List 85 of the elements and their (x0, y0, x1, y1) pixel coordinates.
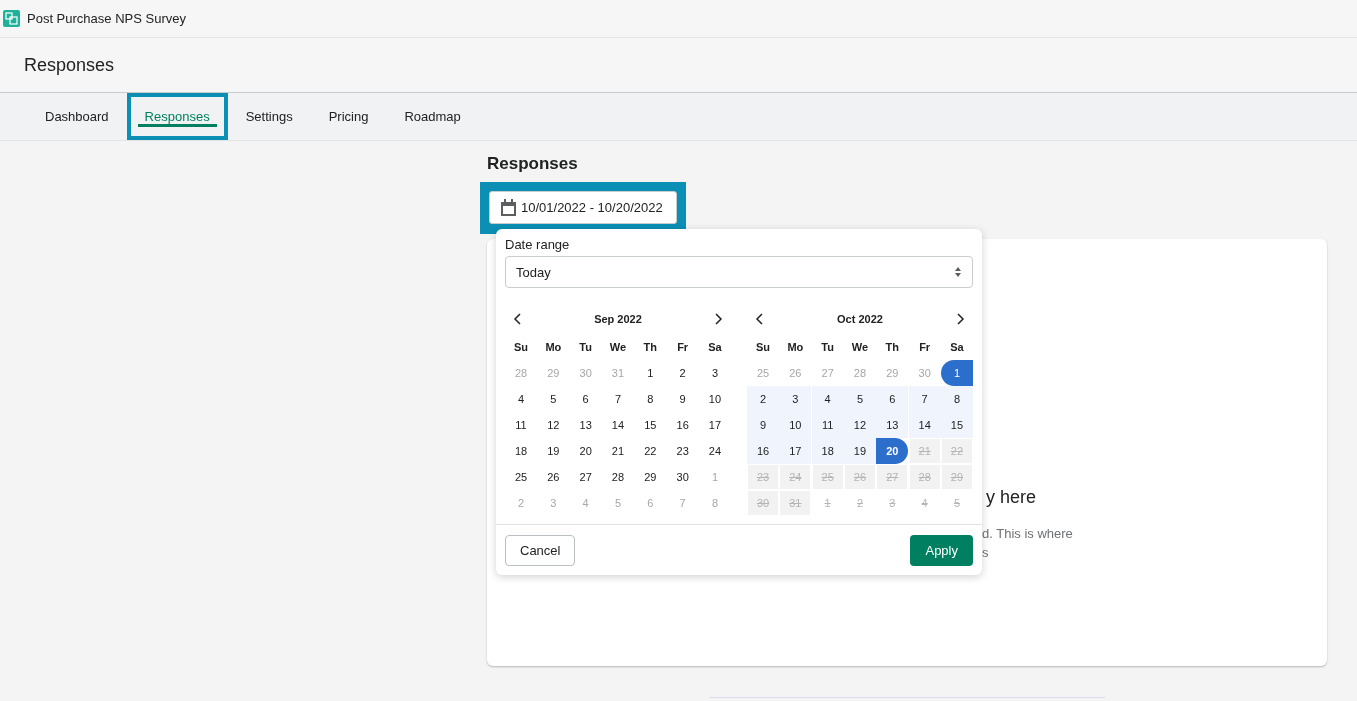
empty-state-text: d. This is where (982, 525, 1074, 543)
calendar-day[interactable]: 17 (779, 438, 812, 464)
calendar-day[interactable]: 7 (908, 386, 941, 412)
calendar-day[interactable]: 5 (537, 386, 570, 412)
page-title: Responses (24, 54, 115, 76)
weekday-label: Fr (676, 340, 690, 355)
calendar-day[interactable]: 1 (940, 360, 973, 386)
calendar-day[interactable]: 28 (602, 464, 634, 490)
weekday-label: Sa (707, 340, 723, 355)
calendar-day[interactable]: 16 (747, 438, 779, 464)
weekday-label: Mo (544, 340, 563, 355)
calendar-day[interactable]: 12 (537, 412, 570, 438)
calendar-day[interactable]: 30 (666, 464, 699, 490)
weekday-label: Th (642, 340, 659, 355)
month-title: Sep 2022 (594, 313, 642, 325)
nav-tab[interactable]: Responses (126, 93, 228, 140)
empty-state-text: s (982, 544, 990, 562)
calendar-day[interactable]: 6 (569, 386, 602, 412)
calendar-day[interactable]: 9 (666, 386, 699, 412)
calendar-day[interactable]: 18 (505, 438, 537, 464)
empty-state-heading: y here (986, 487, 1038, 508)
calendar-day[interactable]: 14 (908, 412, 941, 438)
app-logo-icon (3, 10, 20, 27)
calendar-day[interactable]: 10 (698, 386, 731, 412)
calendar-day[interactable]: 27 (569, 464, 602, 490)
calendar-day[interactable]: 16 (666, 412, 699, 438)
calendar-day[interactable]: 29 (634, 464, 667, 490)
calendar-day[interactable]: 13 (569, 412, 602, 438)
calendar-day[interactable]: 8 (940, 386, 973, 412)
calendar-day[interactable]: 3 (779, 386, 812, 412)
calendar-day[interactable]: 3 (698, 360, 731, 386)
section-title: Responses (487, 154, 579, 175)
calendar-day[interactable]: 4 (811, 386, 844, 412)
calendar-day[interactable]: 1 (634, 360, 667, 386)
nav-tab[interactable]: Pricing (310, 93, 387, 140)
weekday-label: Tu (820, 340, 835, 355)
month-title: Oct 2022 (837, 313, 883, 325)
calendar-day[interactable]: 11 (505, 412, 537, 438)
weekday-label: We (850, 340, 870, 355)
calendar-day[interactable]: 4 (505, 386, 537, 412)
calendar-day[interactable]: 14 (602, 412, 634, 438)
weekday-label: Su (512, 340, 530, 355)
calendar-day[interactable]: 7 (602, 386, 634, 412)
calendar-day[interactable]: 9 (747, 412, 779, 438)
calendar-day[interactable]: 2 (747, 386, 779, 412)
calendar-day[interactable]: 26 (537, 464, 570, 490)
calendar-day[interactable]: 6 (876, 386, 909, 412)
date-range-button[interactable]: 10/01/2022 - 10/20/2022 (489, 191, 677, 224)
weekday-label: Fr (918, 340, 932, 355)
calendar-day[interactable]: 18 (811, 438, 844, 464)
calendar-day[interactable]: 23 (666, 438, 699, 464)
weekday-label: Mo (786, 340, 805, 355)
calendar-day[interactable]: 24 (698, 438, 731, 464)
calendar-day[interactable]: 20 (569, 438, 602, 464)
nav-tab[interactable]: Dashboard (27, 93, 127, 140)
calendar-day[interactable]: 13 (876, 412, 909, 438)
weekday-label: Tu (578, 340, 593, 355)
calendar-day[interactable]: 10 (779, 412, 812, 438)
date-range-select[interactable]: Today (505, 256, 973, 288)
weekday-label: We (608, 340, 628, 355)
nav-tab[interactable]: Roadmap (386, 93, 479, 140)
calendar-day[interactable]: 5 (844, 386, 876, 412)
calendar-day[interactable]: 12 (844, 412, 876, 438)
calendar-day[interactable]: 22 (634, 438, 667, 464)
app-title: Post Purchase NPS Survey (27, 11, 186, 26)
weekday-label: Su (754, 340, 772, 355)
cancel-button[interactable]: Cancel (505, 535, 576, 566)
calendar-day[interactable]: 15 (634, 412, 667, 438)
calendar-day[interactable]: 20 (876, 438, 909, 464)
calendar-day[interactable]: 15 (940, 412, 973, 438)
calendar-icon (500, 198, 517, 217)
calendar-day[interactable]: 21 (602, 438, 634, 464)
apply-button[interactable]: Apply (910, 535, 973, 566)
field-label: Date range (504, 236, 571, 252)
weekday-label: Th (884, 340, 901, 355)
calendar-day[interactable]: 19 (844, 438, 876, 464)
calendar-day[interactable]: 2 (666, 360, 699, 386)
calendar-day[interactable]: 25 (505, 464, 537, 490)
calendar-day[interactable]: 8 (634, 386, 667, 412)
select-arrows-icon (954, 266, 962, 278)
nav-tab[interactable]: Settings (227, 93, 311, 140)
calendar-day[interactable]: 19 (537, 438, 570, 464)
calendar-day[interactable]: 17 (698, 412, 731, 438)
weekday-label: Sa (949, 340, 965, 355)
calendar-day[interactable]: 11 (811, 412, 844, 438)
